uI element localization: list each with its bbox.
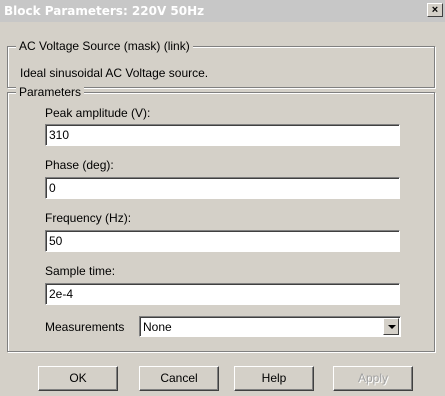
close-icon[interactable]: × <box>427 3 443 17</box>
help-button[interactable]: Help <box>234 366 314 391</box>
cancel-button[interactable]: Cancel <box>139 366 219 391</box>
measurements-label: Measurements <box>45 320 125 334</box>
frequency-label: Frequency (Hz): <box>45 211 132 225</box>
measurements-selected-value: None <box>143 320 172 334</box>
title-bar: Block Parameters: 220V 50Hz × <box>0 0 445 22</box>
peak-amplitude-label: Peak amplitude (V): <box>45 106 151 120</box>
phase-label: Phase (deg): <box>45 158 114 172</box>
window-title: Block Parameters: 220V 50Hz <box>4 4 205 18</box>
sample-time-input[interactable]: 2e-4 <box>45 283 400 305</box>
chevron-down-icon[interactable] <box>383 318 399 335</box>
mask-legend: AC Voltage Source (mask) (link) <box>16 39 193 53</box>
apply-button[interactable]: Apply <box>333 366 413 391</box>
peak-amplitude-input[interactable]: 310 <box>45 124 400 146</box>
sample-time-label: Sample time: <box>45 264 116 278</box>
phase-input[interactable]: 0 <box>45 177 400 199</box>
frequency-input[interactable]: 50 <box>45 230 400 252</box>
measurements-select[interactable]: None <box>139 316 401 337</box>
mask-description: Ideal sinusoidal AC Voltage source. <box>20 66 209 80</box>
ok-button[interactable]: OK <box>38 366 118 391</box>
parameters-legend: Parameters <box>16 85 85 99</box>
